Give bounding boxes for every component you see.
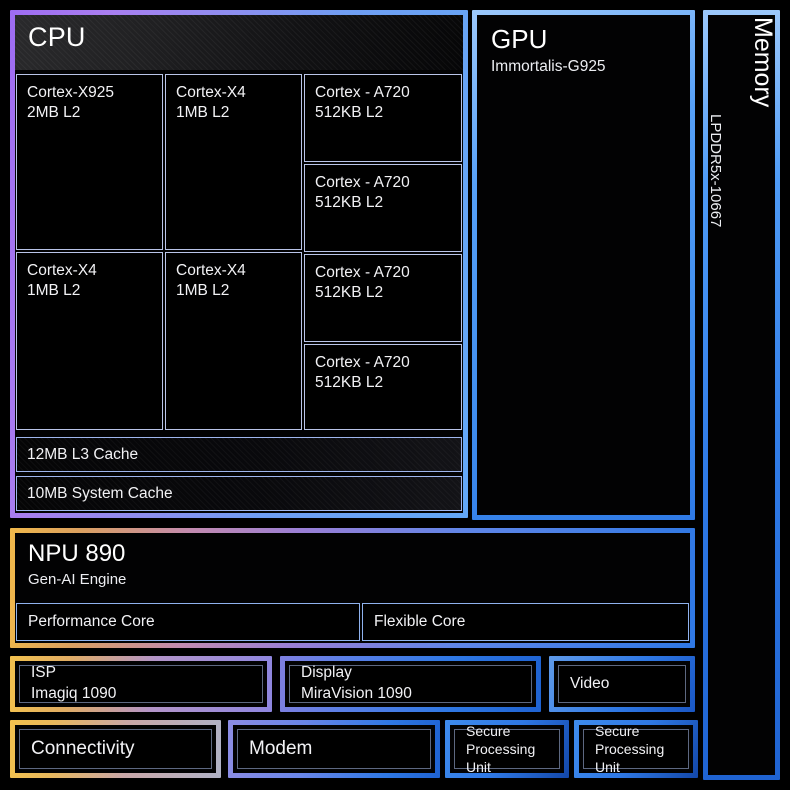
- gpu-block[interactable]: GPU Immortalis-G925: [472, 10, 695, 520]
- cpu-core-tile[interactable]: Cortex - A720 512KB L2: [304, 74, 462, 162]
- isp-title: ISP: [31, 664, 56, 682]
- npu-performance-core[interactable]: Performance Core: [16, 603, 360, 641]
- display-title: Display: [301, 664, 352, 682]
- cpu-column-2: Cortex-X4 1MB L2 Cortex-X4 1MB L2: [164, 73, 303, 431]
- core-name: Cortex - A720: [315, 174, 410, 191]
- isp-subtitle: Imagiq 1090: [31, 685, 117, 702]
- gpu-label: GPU: [491, 24, 548, 54]
- modem-block[interactable]: Modem: [228, 720, 440, 778]
- spu-subtitle: Processing Unit: [466, 740, 536, 776]
- cpu-core-tile[interactable]: Cortex-X4 1MB L2: [165, 252, 302, 430]
- cpu-core-tile[interactable]: Cortex - A720 512KB L2: [304, 344, 462, 430]
- core-name: Cortex - A720: [315, 264, 410, 281]
- cpu-core-tile[interactable]: Cortex-X4 1MB L2: [165, 74, 302, 250]
- modem-title: Modem: [249, 737, 313, 759]
- cache-label: 10MB System Cache: [27, 484, 173, 502]
- cpu-system-cache[interactable]: 10MB System Cache: [16, 476, 462, 511]
- core-name: Cortex-X4: [176, 84, 246, 101]
- npu-subtitle: Gen-AI Engine: [28, 570, 127, 588]
- npu-flexible-core[interactable]: Flexible Core: [362, 603, 689, 641]
- cpu-core-tile[interactable]: Cortex - A720 512KB L2: [304, 164, 462, 252]
- cpu-header: CPU: [15, 15, 463, 70]
- npu-block[interactable]: NPU 890 Gen-AI Engine Performance Core F…: [10, 528, 695, 648]
- cpu-l3-cache[interactable]: 12MB L3 Cache: [16, 437, 462, 472]
- memory-spec: LPDDR5x-10667: [707, 114, 724, 228]
- core-cache: 1MB L2: [176, 282, 230, 300]
- core-cache: 2MB L2: [27, 104, 81, 122]
- cpu-core-tile[interactable]: Cortex-X4 1MB L2: [16, 252, 163, 430]
- cpu-core-tile[interactable]: Cortex-X925 2MB L2: [16, 74, 163, 250]
- spu-title: Secure: [595, 722, 640, 739]
- video-block[interactable]: Video: [549, 656, 695, 712]
- connectivity-title: Connectivity: [31, 737, 135, 759]
- core-name: Cortex-X925: [27, 84, 115, 101]
- memory-label: Memory: [749, 17, 777, 108]
- cpu-core-tile[interactable]: Cortex - A720 512KB L2: [304, 254, 462, 342]
- core-cache: 1MB L2: [27, 282, 81, 300]
- core-cache: 512KB L2: [315, 104, 384, 122]
- core-name: Cortex-X4: [27, 262, 97, 279]
- cpu-column-3: Cortex - A720 512KB L2 Cortex - A720 512…: [303, 73, 463, 431]
- cpu-column-1: Cortex-X925 2MB L2 Cortex-X4 1MB L2: [15, 73, 164, 431]
- secure-processing-unit-1[interactable]: Secure Processing Unit: [445, 720, 569, 778]
- display-block[interactable]: Display MiraVision 1090: [280, 656, 541, 712]
- core-cache: 512KB L2: [315, 374, 384, 392]
- cache-label: 12MB L3 Cache: [27, 445, 139, 463]
- spu-subtitle: Processing Unit: [595, 740, 665, 776]
- npu-core-label: Flexible Core: [374, 613, 466, 630]
- memory-block[interactable]: Memory LPDDR5x-10667: [703, 10, 780, 780]
- video-title: Video: [570, 674, 610, 692]
- isp-block[interactable]: ISP Imagiq 1090: [10, 656, 272, 712]
- secure-processing-unit-2[interactable]: Secure Processing Unit: [574, 720, 698, 778]
- core-cache: 1MB L2: [176, 104, 230, 122]
- core-name: Cortex-X4: [176, 262, 246, 279]
- gpu-model: Immortalis-G925: [491, 57, 606, 75]
- cpu-core-grid: Cortex-X925 2MB L2 Cortex-X4 1MB L2 Cort…: [15, 73, 463, 431]
- core-name: Cortex - A720: [315, 84, 410, 101]
- npu-core-label: Performance Core: [28, 613, 155, 630]
- cpu-block[interactable]: CPU Cortex-X925 2MB L2 Cortex-X4 1MB L2 …: [10, 10, 468, 518]
- core-cache: 512KB L2: [315, 194, 384, 212]
- cpu-label: CPU: [28, 22, 86, 52]
- connectivity-block[interactable]: Connectivity: [10, 720, 221, 778]
- soc-block-diagram: CPU Cortex-X925 2MB L2 Cortex-X4 1MB L2 …: [0, 0, 790, 790]
- npu-label: NPU 890: [28, 540, 126, 567]
- spu-title: Secure: [466, 722, 511, 739]
- core-cache: 512KB L2: [315, 284, 384, 302]
- core-name: Cortex - A720: [315, 354, 410, 371]
- display-subtitle: MiraVision 1090: [301, 685, 412, 702]
